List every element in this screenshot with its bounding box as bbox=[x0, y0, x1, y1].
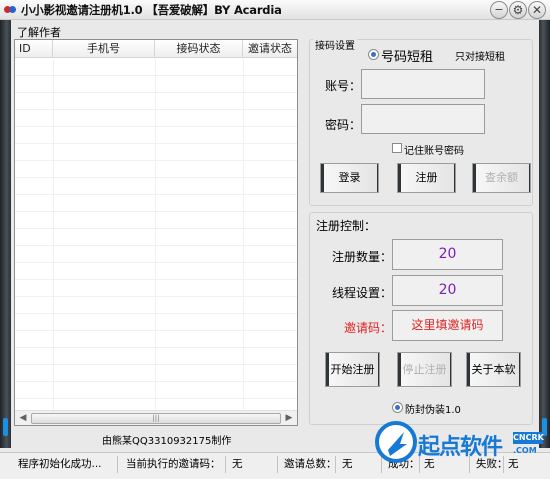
list-row[interactable] bbox=[15, 76, 297, 93]
antifake-radio[interactable] bbox=[392, 402, 403, 413]
list-row[interactable] bbox=[15, 365, 297, 382]
list-row[interactable] bbox=[15, 229, 297, 246]
list-row[interactable] bbox=[15, 348, 297, 365]
radio-sms-rent-label: 号码短租 bbox=[381, 50, 434, 65]
column-invite-status[interactable]: 邀请状态 bbox=[243, 40, 297, 58]
password-label: 密码： bbox=[325, 118, 362, 132]
about-button[interactable]: 关于本软 bbox=[466, 352, 521, 387]
settings-button[interactable]: ⚙ bbox=[509, 1, 527, 19]
check-balance-button[interactable]: 查余额 bbox=[472, 163, 531, 193]
menu-item-about-author[interactable]: 了解作者 bbox=[17, 24, 61, 40]
list-row[interactable] bbox=[15, 263, 297, 280]
frame-accent-left bbox=[3, 418, 8, 436]
invite-total-label: 邀请总数： bbox=[280, 456, 336, 473]
menu-bar: 了解作者 bbox=[11, 22, 539, 40]
column-gridline bbox=[155, 59, 156, 410]
column-sms-status[interactable]: 接码状态 bbox=[155, 40, 243, 58]
minimize-button[interactable]: − bbox=[490, 1, 508, 19]
window-title: 小小影视邀请注册机1.0 【吾爱破解】BY Acardia bbox=[21, 3, 282, 17]
sms-settings-title: 接码设置 bbox=[313, 37, 357, 52]
thread-count-input[interactable]: 20 bbox=[392, 275, 503, 306]
list-header: ID 手机号 接码状态 邀请状态 bbox=[15, 40, 297, 58]
app-logo-icon bbox=[4, 4, 17, 16]
column-gridline bbox=[243, 59, 244, 410]
invite-code-label: 邀请码： bbox=[344, 321, 393, 335]
window-frame-right bbox=[539, 20, 550, 448]
stop-register-button[interactable]: 停止注册 bbox=[397, 352, 452, 387]
list-body[interactable] bbox=[15, 59, 297, 410]
column-gridline bbox=[53, 59, 54, 410]
list-row[interactable] bbox=[15, 110, 297, 127]
current-invite-value: 无 bbox=[228, 456, 278, 473]
thread-count-label: 线程设置： bbox=[332, 286, 393, 300]
watermark-brand: 起点软件 bbox=[418, 435, 503, 460]
status-message: 程序初始化成功... bbox=[14, 456, 118, 473]
register-control-title: 注册控制： bbox=[314, 217, 379, 234]
invite-code-input[interactable]: 这里填邀请码 bbox=[392, 310, 503, 341]
column-id[interactable]: ID bbox=[15, 40, 53, 58]
watermark-domain: .COM bbox=[513, 446, 537, 455]
account-input[interactable] bbox=[361, 69, 485, 99]
horizontal-scrollbar[interactable]: ◀ ||| ▶ bbox=[15, 410, 297, 425]
list-row[interactable] bbox=[15, 178, 297, 195]
register-account-button[interactable]: 注册 bbox=[397, 163, 456, 193]
remember-account-checkbox[interactable] bbox=[392, 143, 402, 153]
watermark-logo-icon bbox=[375, 421, 417, 463]
title-bar[interactable]: 小小影视邀请注册机1.0 【吾爱破解】BY Acardia − ⚙ ✕ bbox=[0, 0, 550, 20]
account-label: 账号： bbox=[325, 79, 362, 93]
register-count-input[interactable]: 20 bbox=[392, 239, 503, 270]
list-row[interactable] bbox=[15, 280, 297, 297]
scroll-right-icon[interactable]: ▶ bbox=[282, 412, 296, 425]
current-invite-label: 当前执行的邀请码： bbox=[122, 456, 226, 473]
app-window: 小小影视邀请注册机1.0 【吾爱破解】BY Acardia − ⚙ ✕ 了解作者… bbox=[0, 0, 550, 479]
radio-sms-rent[interactable] bbox=[368, 49, 379, 60]
list-row[interactable] bbox=[15, 331, 297, 348]
watermark-badge: CNCRK bbox=[513, 432, 544, 444]
list-row[interactable] bbox=[15, 382, 297, 399]
list-row[interactable] bbox=[15, 195, 297, 212]
site-watermark: 起点软件 CNCRK .COM bbox=[372, 414, 547, 476]
list-row[interactable] bbox=[15, 161, 297, 178]
register-count-label: 注册数量： bbox=[332, 250, 393, 264]
remember-account-label: 记住账号密码 bbox=[404, 146, 464, 157]
list-row[interactable] bbox=[15, 59, 297, 76]
close-button[interactable]: ✕ bbox=[528, 1, 546, 19]
scroll-left-icon[interactable]: ◀ bbox=[16, 412, 30, 425]
list-row[interactable] bbox=[15, 314, 297, 331]
account-list[interactable]: ID 手机号 接码状态 邀请状态 ◀ ||| ▶ bbox=[14, 39, 298, 426]
list-row[interactable] bbox=[15, 297, 297, 314]
start-register-button[interactable]: 开始注册 bbox=[325, 352, 380, 387]
list-row[interactable] bbox=[15, 93, 297, 110]
list-row[interactable] bbox=[15, 212, 297, 229]
only-sms-rent-label: 只对接短租 bbox=[455, 52, 505, 63]
column-phone[interactable]: 手机号 bbox=[53, 40, 155, 58]
window-frame-left bbox=[0, 20, 11, 448]
login-button[interactable]: 登录 bbox=[320, 163, 379, 193]
list-row[interactable] bbox=[15, 144, 297, 161]
password-input[interactable] bbox=[361, 104, 485, 134]
scroll-thumb[interactable]: ||| bbox=[31, 413, 281, 424]
list-row[interactable] bbox=[15, 246, 297, 263]
author-credit: 由熊某QQ3310932175制作 bbox=[102, 436, 232, 447]
list-row[interactable] bbox=[15, 127, 297, 144]
